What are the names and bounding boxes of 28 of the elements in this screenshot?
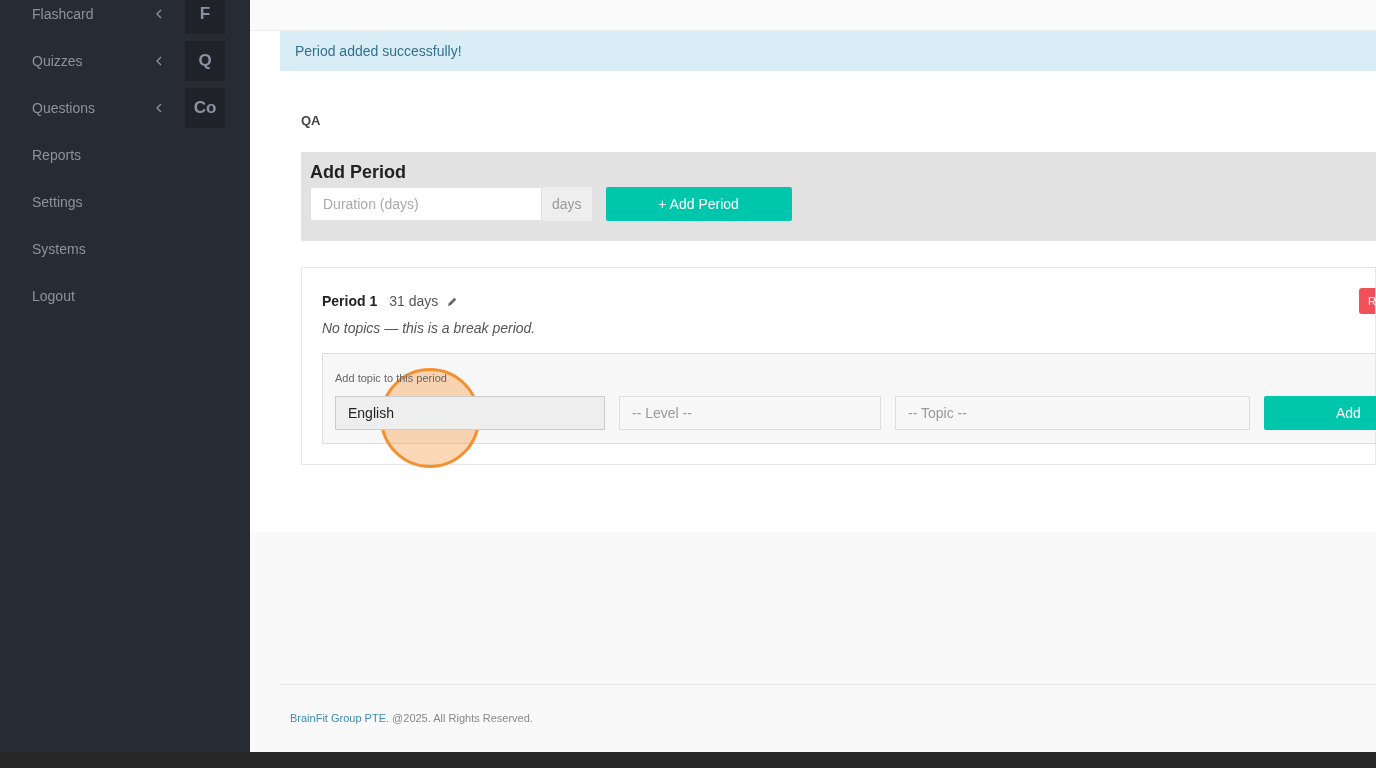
sidebar-item[interactable]: Logout [32, 287, 152, 304]
section-label: QA [301, 113, 322, 128]
chevron-left-icon [155, 8, 163, 19]
period-note: No topics — this is a break period. [322, 320, 537, 336]
sidebar-item[interactable]: Quizzes [32, 52, 152, 69]
sidebar-item[interactable]: Systems [32, 240, 152, 257]
level-select[interactable]: -- Level -- [619, 396, 881, 430]
footer-text: BrainFit Group PTE. @2025. All Rights Reserved. [290, 712, 533, 724]
panel-title: Add Period [310, 162, 407, 183]
topic-select[interactable]: -- Topic -- [895, 396, 1250, 430]
company-link[interactable]: BrainFit Group PTE [290, 712, 386, 724]
sidebar-item[interactable]: Settings [32, 193, 152, 210]
menu-tile[interactable]: F [185, 0, 225, 34]
menu-tile[interactable]: Q [185, 40, 225, 81]
unit-addon: days [542, 187, 592, 221]
chevron-left-icon [155, 102, 163, 113]
remove-button[interactable]: R [1359, 288, 1375, 314]
chevron-left-icon [155, 55, 163, 66]
success-alert: Period added successfully! [280, 31, 1376, 71]
sidebar-item[interactable]: Reports [32, 146, 152, 163]
period-duration: 31 days [389, 293, 439, 309]
period-name: Period 1 [322, 293, 378, 309]
duration-field[interactable]: Duration (days) [310, 187, 542, 221]
sidebar-item[interactable]: Questions [32, 99, 152, 116]
subject-select[interactable]: English [335, 396, 605, 430]
sidebar-item[interactable]: Flashcard [32, 5, 152, 22]
pencil-icon[interactable] [447, 295, 459, 307]
menu-tile[interactable]: Co [185, 87, 225, 128]
